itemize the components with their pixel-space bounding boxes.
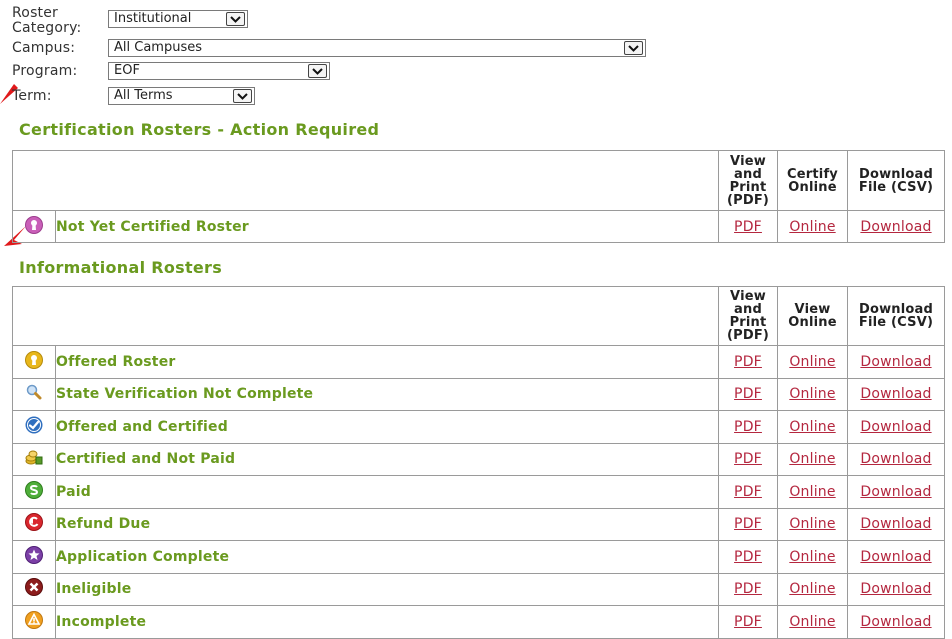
download-link[interactable]: Download xyxy=(860,386,931,402)
red-refund-icon xyxy=(25,513,43,532)
online-link[interactable]: Online xyxy=(789,614,835,630)
table-row: Offered Roster PDF Online Download xyxy=(12,345,945,379)
header-download-csv: Download File (CSV) xyxy=(847,286,945,346)
roster-category-value: Institutional xyxy=(114,11,192,26)
certification-table: View and Print (PDF) Certify Online Down… xyxy=(12,150,945,243)
yellow-keyhole-icon xyxy=(25,350,43,369)
magnifier-icon xyxy=(26,385,42,400)
term-value: All Terms xyxy=(114,88,173,103)
pdf-link[interactable]: PDF xyxy=(734,354,762,370)
roster-name: State Verification Not Complete xyxy=(55,377,719,411)
informational-header-row: View and Print (PDF) View Online Downloa… xyxy=(12,286,945,346)
blue-check-icon xyxy=(25,416,43,434)
red-x-icon xyxy=(25,578,43,597)
download-link[interactable]: Download xyxy=(860,419,931,435)
table-row: Paid PDF Online Download xyxy=(12,475,945,509)
table-row: Application Complete PDF Online Download xyxy=(12,540,945,574)
roster-name: Certified and Not Paid xyxy=(55,442,719,476)
green-dollar-icon xyxy=(25,480,43,499)
pdf-link[interactable]: PDF xyxy=(734,549,762,565)
pdf-link[interactable]: PDF xyxy=(734,219,762,235)
pdf-link[interactable]: PDF xyxy=(734,484,762,500)
program-select[interactable]: EOF xyxy=(108,62,330,80)
campus-select[interactable]: All Campuses xyxy=(108,39,646,57)
download-link[interactable]: Download xyxy=(860,451,931,467)
pink-keyhole-icon xyxy=(25,215,43,234)
online-link[interactable]: Online xyxy=(789,484,835,500)
table-row: Refund Due PDF Online Download xyxy=(12,507,945,541)
roster-category-select[interactable]: Institutional xyxy=(108,10,248,28)
header-download-csv: Download File (CSV) xyxy=(847,150,945,211)
online-link[interactable]: Online xyxy=(789,451,835,467)
download-link[interactable]: Download xyxy=(860,484,931,500)
roster-name: Paid xyxy=(55,475,719,509)
chevron-down-icon xyxy=(233,89,252,103)
online-link[interactable]: Online xyxy=(789,581,835,597)
program-value: EOF xyxy=(114,63,140,78)
header-blank xyxy=(12,286,719,346)
table-row: State Verification Not Complete PDF Onli… xyxy=(12,377,945,411)
pdf-link[interactable]: PDF xyxy=(734,581,762,597)
header-certify-online: Certify Online xyxy=(777,150,848,211)
roster-name: Incomplete xyxy=(55,605,719,639)
table-row: Offered and Certified PDF Online Downloa… xyxy=(12,410,945,444)
chevron-down-icon xyxy=(624,41,643,55)
online-link[interactable]: Online xyxy=(789,386,835,402)
informational-table: View and Print (PDF) View Online Downloa… xyxy=(12,286,945,639)
roster-name: Offered Roster xyxy=(55,345,719,379)
coins-icon xyxy=(25,450,43,465)
online-link[interactable]: Online xyxy=(789,549,835,565)
pdf-link[interactable]: PDF xyxy=(734,451,762,467)
term-label: Term: xyxy=(12,88,52,104)
download-link[interactable]: Download xyxy=(860,354,931,370)
header-blank xyxy=(12,150,719,211)
online-link[interactable]: Online xyxy=(789,516,835,532)
roster-name: Refund Due xyxy=(55,507,719,541)
download-link[interactable]: Download xyxy=(860,219,931,235)
program-label: Program: xyxy=(12,63,78,79)
campus-value: All Campuses xyxy=(114,40,202,55)
header-view-print-pdf: View and Print (PDF) xyxy=(718,286,778,346)
pdf-link[interactable]: PDF xyxy=(734,516,762,532)
roster-name: Application Complete xyxy=(55,540,719,574)
roster-name: Offered and Certified xyxy=(55,410,719,444)
certification-header-row: View and Print (PDF) Certify Online Down… xyxy=(12,150,945,211)
download-link[interactable]: Download xyxy=(860,581,931,597)
campus-label: Campus: xyxy=(12,40,76,56)
chevron-down-icon xyxy=(308,64,327,78)
pdf-link[interactable]: PDF xyxy=(734,614,762,630)
download-link[interactable]: Download xyxy=(860,516,931,532)
informational-section-title: Informational Rosters xyxy=(19,258,223,277)
purple-star-icon xyxy=(25,545,43,564)
table-row: Ineligible PDF Online Download xyxy=(12,572,945,606)
pdf-link[interactable]: PDF xyxy=(734,386,762,402)
download-link[interactable]: Download xyxy=(860,549,931,565)
pdf-link[interactable]: PDF xyxy=(734,419,762,435)
header-view-online: View Online xyxy=(777,286,848,346)
roster-category-label: Roster Category: xyxy=(12,5,82,36)
certification-section-title: Certification Rosters - Action Required xyxy=(19,120,380,139)
table-row: Incomplete PDF Online Download xyxy=(12,605,945,639)
term-select[interactable]: All Terms xyxy=(108,87,255,105)
table-row: Certified and Not Paid PDF Online Downlo… xyxy=(12,442,945,476)
table-row: Not Yet Certified Roster PDF Online Down… xyxy=(12,210,945,243)
online-link[interactable]: Online xyxy=(789,219,835,235)
chevron-down-icon xyxy=(226,12,245,26)
online-link[interactable]: Online xyxy=(789,419,835,435)
roster-name: Ineligible xyxy=(55,572,719,606)
header-view-print-pdf: View and Print (PDF) xyxy=(718,150,778,211)
online-link[interactable]: Online xyxy=(789,354,835,370)
orange-warning-icon xyxy=(25,610,43,629)
roster-name: Not Yet Certified Roster xyxy=(55,210,719,243)
download-link[interactable]: Download xyxy=(860,614,931,630)
